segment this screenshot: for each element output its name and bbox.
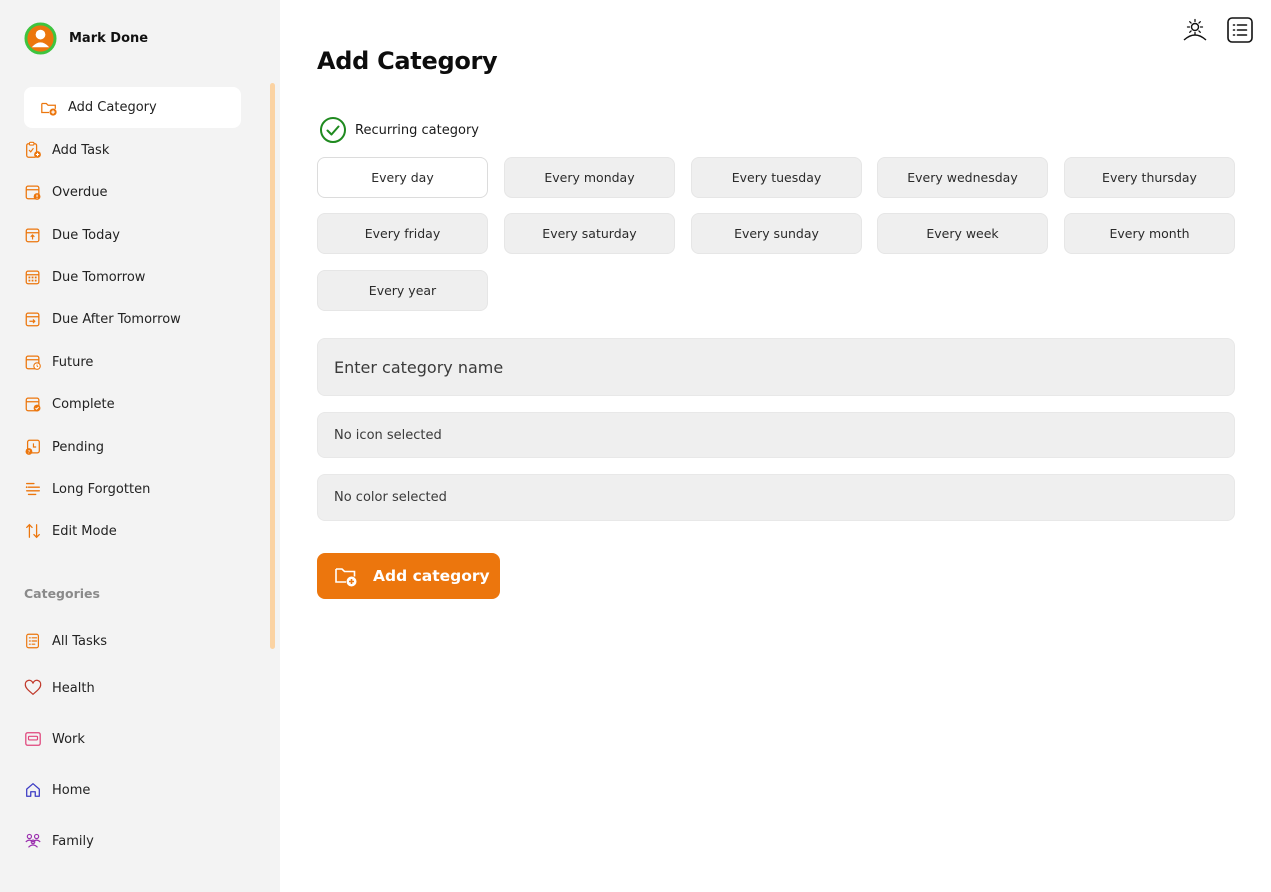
folder-add-icon <box>335 568 357 587</box>
lines-icon <box>25 482 40 496</box>
category-item-work[interactable]: Work <box>24 727 85 751</box>
category-item-home[interactable]: Home <box>24 778 90 802</box>
sidebar-item-label: Add Category <box>68 100 157 115</box>
sidebar-item-complete[interactable]: Complete <box>24 392 115 416</box>
recurrence-option-every-day[interactable]: Every day <box>317 157 488 198</box>
sidebar-item-add-category[interactable]: Add Category <box>24 87 241 128</box>
user-avatar-logo <box>24 22 57 55</box>
recurrence-option-every-saturday[interactable]: Every saturday <box>504 213 675 254</box>
list-icon <box>1227 17 1253 43</box>
category-item-label: Home <box>52 782 91 798</box>
family-icon <box>25 833 41 848</box>
categories-heading: Categories <box>24 586 100 601</box>
calendar-grid-icon <box>25 270 40 285</box>
sidebar-item-label: Add Task <box>52 142 110 158</box>
sidebar: Mark Done Add Category Add Task Overdue … <box>0 0 280 892</box>
briefcase-icon <box>25 732 41 746</box>
sidebar-item-long-forgotten[interactable]: Long Forgotten <box>24 477 150 501</box>
calendar-alert-icon <box>25 185 41 200</box>
sidebar-item-due-tomorrow[interactable]: Due Tomorrow <box>24 265 145 289</box>
calendar-today-icon <box>25 228 40 243</box>
sidebar-item-due-after-tomorrow[interactable]: Due After Tomorrow <box>24 307 181 331</box>
folder-add-icon <box>41 102 57 116</box>
recurrence-option-every-sunday[interactable]: Every sunday <box>691 213 862 254</box>
sort-arrows-icon <box>26 523 40 539</box>
sidebar-item-label: Due Tomorrow <box>52 269 146 285</box>
recurrence-option-every-tuesday[interactable]: Every tuesday <box>691 157 862 198</box>
category-item-health[interactable]: Health <box>24 676 95 700</box>
sidebar-item-label: Pending <box>52 439 104 455</box>
task-list-icon <box>26 633 39 649</box>
calendar-arrow-icon <box>25 312 40 327</box>
sidebar-item-label: Due After Tomorrow <box>52 311 181 327</box>
recurring-label: Recurring category <box>355 122 479 138</box>
color-select-value: No color selected <box>334 490 447 505</box>
category-name-field[interactable] <box>317 338 1235 396</box>
app-name: Mark Done <box>69 31 149 46</box>
sidebar-item-add-task[interactable]: Add Task <box>24 138 109 162</box>
theme-toggle-button[interactable] <box>1181 16 1209 44</box>
add-category-button-label: Add category <box>373 567 490 585</box>
clipboard-add-icon <box>26 141 41 158</box>
page-title: Add Category <box>317 47 498 75</box>
sidebar-item-overdue[interactable]: Overdue <box>24 180 108 204</box>
sidebar-item-future[interactable]: Future <box>24 350 93 374</box>
recurrence-option-every-year[interactable]: Every year <box>317 270 488 311</box>
sidebar-scrollbar[interactable] <box>270 83 275 649</box>
icon-select-field[interactable]: No icon selected <box>317 412 1235 458</box>
recurrence-option-every-wednesday[interactable]: Every wednesday <box>877 157 1048 198</box>
category-name-input[interactable] <box>334 357 1234 377</box>
check-circle-icon[interactable] <box>319 116 347 144</box>
category-item-family[interactable]: Family <box>24 829 94 853</box>
calendar-clock-icon <box>25 355 41 370</box>
icon-select-value: No icon selected <box>334 427 442 443</box>
sidebar-item-pending[interactable]: ? Pending <box>24 435 104 459</box>
category-item-label: Health <box>52 680 95 696</box>
recurrence-option-every-thursday[interactable]: Every thursday <box>1064 157 1235 198</box>
category-item-all-tasks[interactable]: All Tasks <box>24 629 107 653</box>
sidebar-item-label: Complete <box>52 396 115 412</box>
sidebar-item-due-today[interactable]: Due Today <box>24 223 120 247</box>
calendar-check-icon <box>25 397 41 412</box>
recurrence-option-every-monday[interactable]: Every monday <box>504 157 675 198</box>
category-item-label: All Tasks <box>52 633 108 649</box>
sidebar-item-label: Future <box>52 354 94 370</box>
category-item-label: Family <box>52 833 94 849</box>
add-category-button[interactable]: Add category <box>317 553 500 599</box>
menu-button[interactable] <box>1226 16 1254 44</box>
recurring-toggle[interactable]: Recurring category <box>319 116 479 144</box>
home-icon <box>26 783 40 797</box>
sidebar-item-edit-mode[interactable]: Edit Mode <box>24 519 117 543</box>
recurrence-option-every-friday[interactable]: Every friday <box>317 213 488 254</box>
recurrence-option-every-week[interactable]: Every week <box>877 213 1048 254</box>
clock-pending-icon: ? <box>25 439 40 455</box>
sidebar-item-label: Overdue <box>52 184 108 200</box>
category-item-label: Work <box>52 731 85 747</box>
heart-icon <box>24 679 42 696</box>
sun-icon <box>1183 18 1207 41</box>
brand[interactable]: Mark Done <box>24 22 148 55</box>
sidebar-item-label: Edit Mode <box>52 523 117 539</box>
sidebar-item-label: Long Forgotten <box>52 481 151 497</box>
sidebar-item-label: Due Today <box>52 227 120 243</box>
recurrence-option-every-month[interactable]: Every month <box>1064 213 1235 254</box>
color-select-field[interactable]: No color selected <box>317 474 1235 521</box>
